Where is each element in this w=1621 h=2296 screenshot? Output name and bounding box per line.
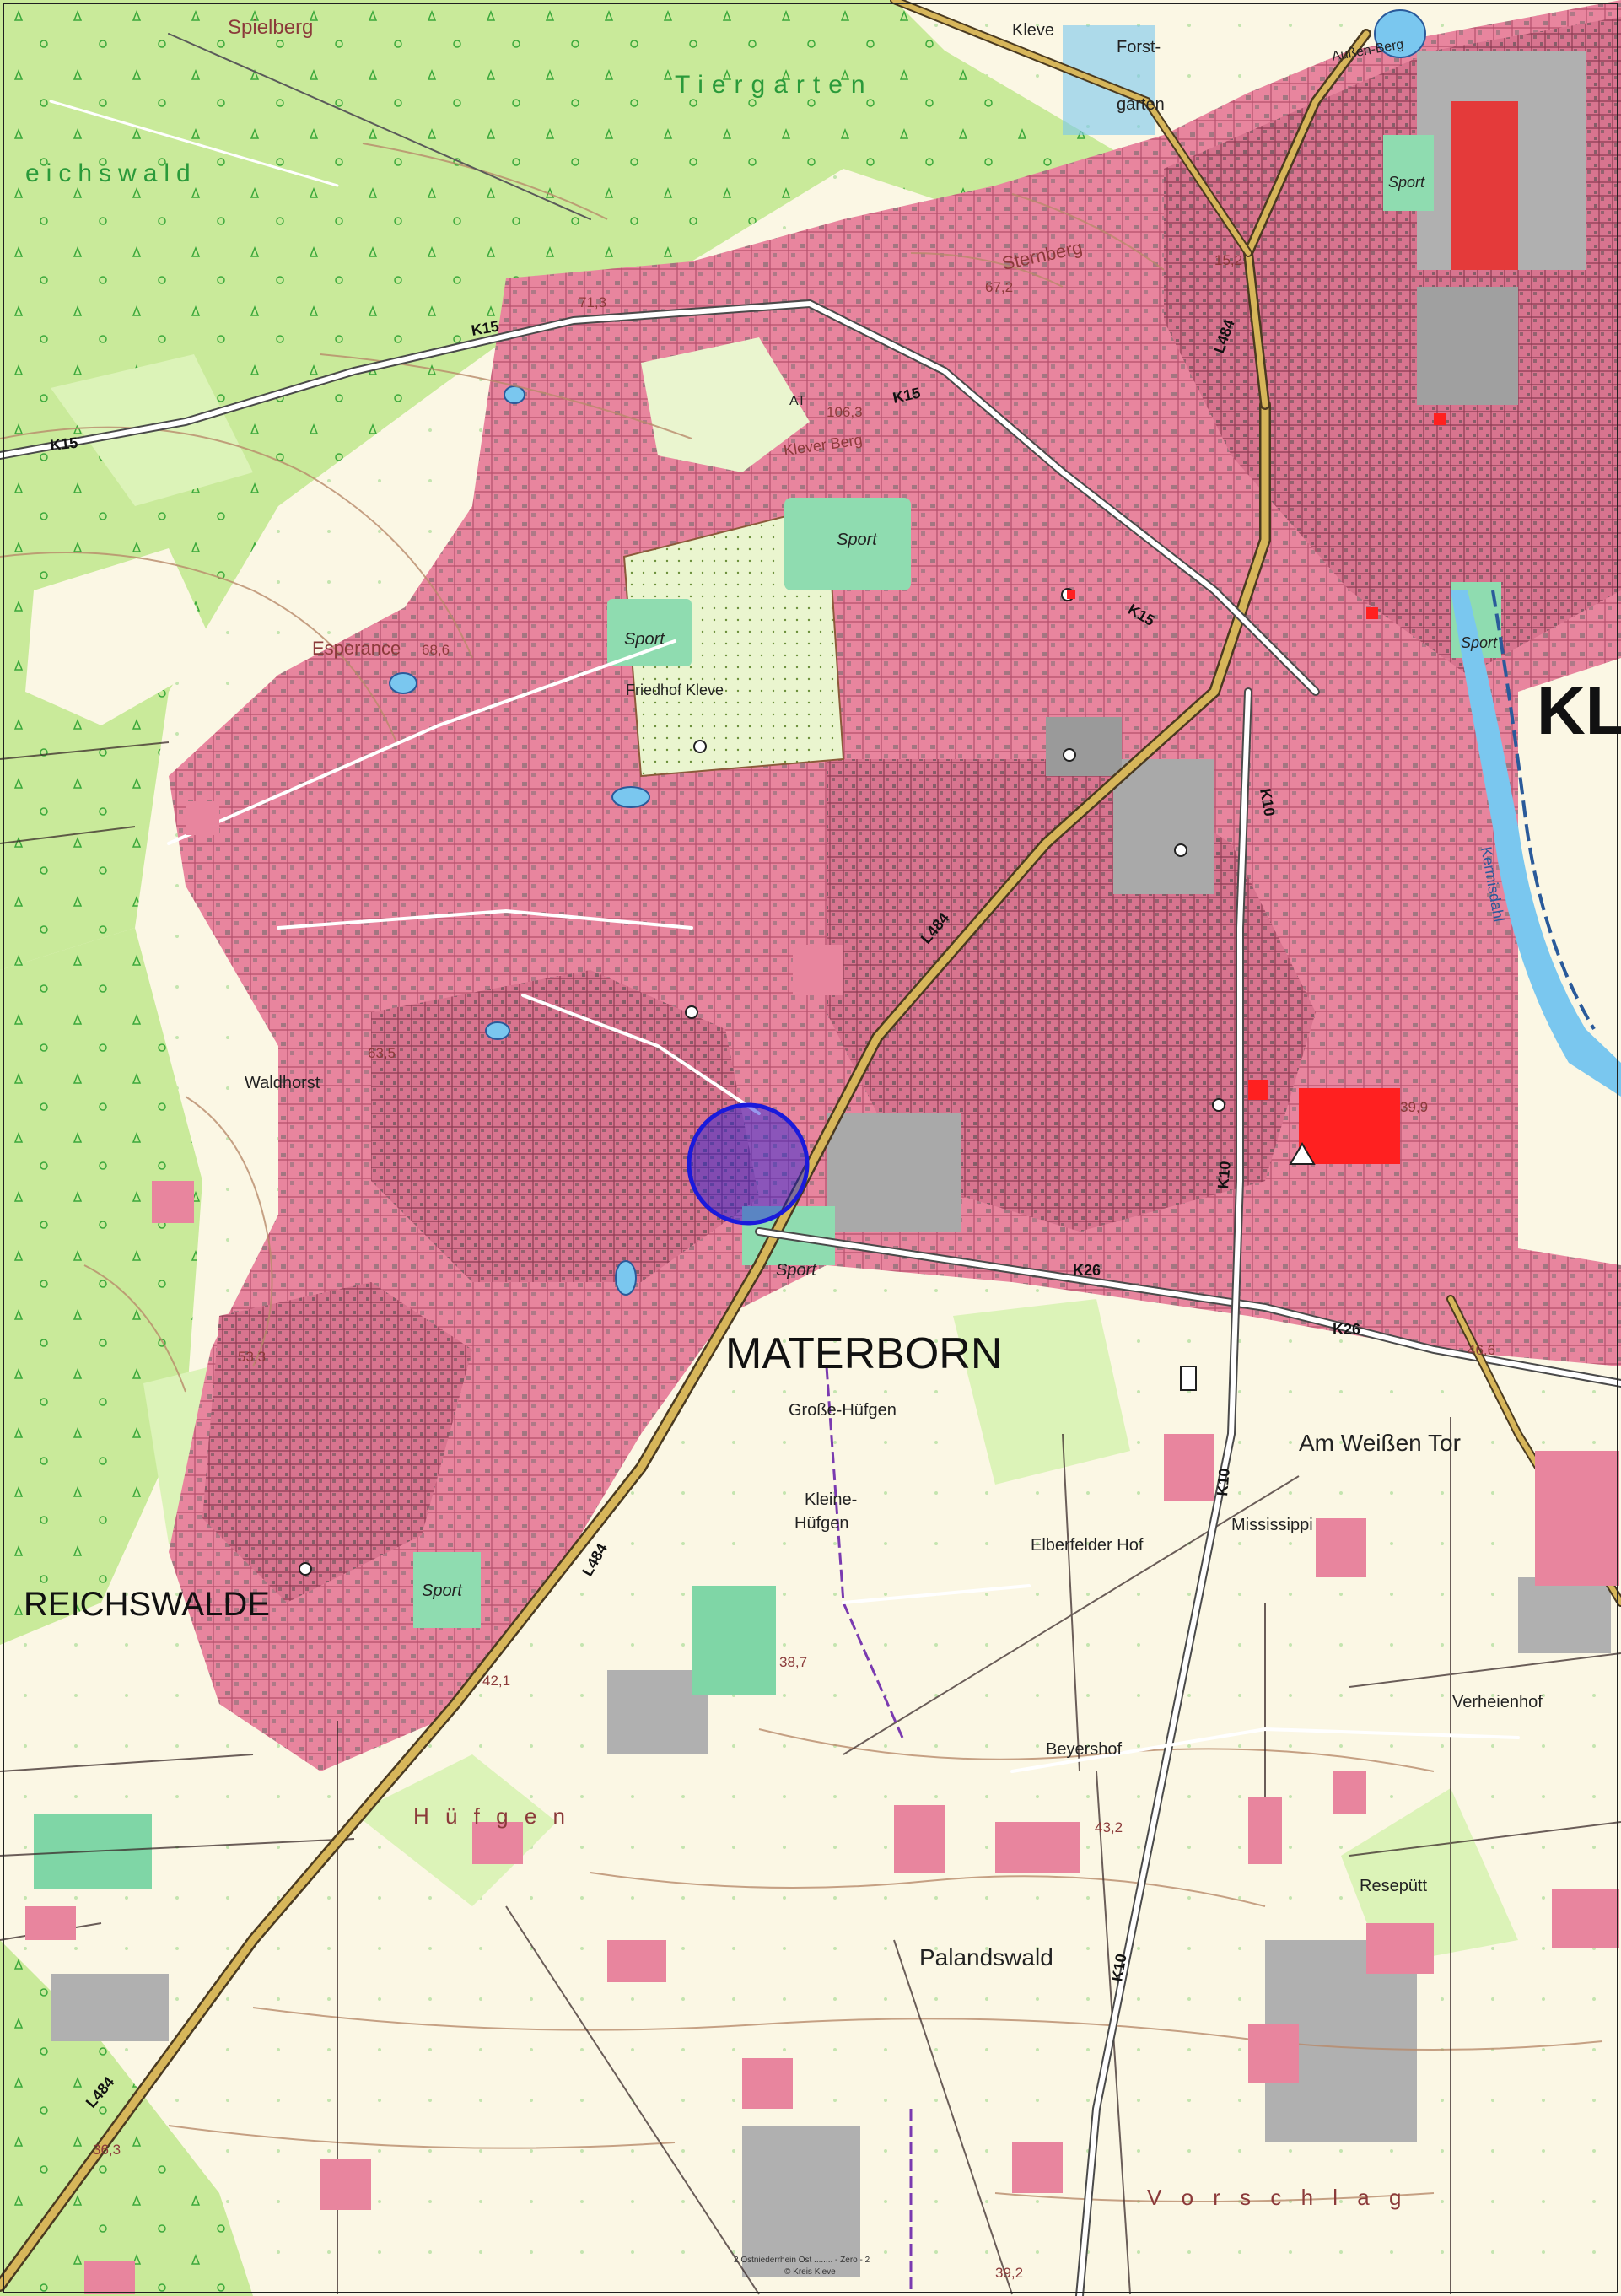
elevation-36-3: 36,3	[93, 2142, 121, 2158]
place-friedhof: Friedhof Kleve	[626, 682, 724, 698]
place-esperance: Esperance	[312, 638, 401, 659]
place-kleine-huefgen-line2: Hüfgen	[794, 1514, 849, 1533]
place-tiergarten: Tiergarten	[675, 71, 874, 99]
place-verheienhof: Verheienhof	[1452, 1693, 1543, 1711]
place-resepuett: Resepütt	[1360, 1877, 1427, 1895]
road-label-k15-b: K15	[49, 434, 78, 454]
elevation-53-3: 53,3	[238, 1349, 266, 1365]
location-marker[interactable]	[687, 1102, 810, 1226]
place-palandswald: Palandswald	[919, 1944, 1053, 1970]
place-forstgarten-line1: Forst-	[1117, 38, 1161, 57]
elevation-67-2: 67,2	[985, 279, 1013, 295]
sport-label-5: Sport	[1461, 634, 1498, 651]
road-label-at: AT	[789, 394, 805, 408]
place-spielberg: Spielberg	[228, 16, 313, 39]
elevation-63-5: 63,5	[368, 1045, 396, 1061]
elevation-39-2: 39,2	[995, 2265, 1023, 2281]
topographic-map[interactable]: MATERBORN REICHSWALDE KLE Tiergarten eic…	[0, 0, 1621, 2296]
elevation-106-3: 106,3	[827, 404, 863, 420]
place-reichswald: eichswald	[25, 159, 197, 187]
road-label-k10-c: K10	[1214, 1468, 1233, 1497]
elevation-38-7: 38,7	[779, 1654, 807, 1670]
sport-label-2: Sport	[624, 630, 665, 649]
elevation-46-6: 46,6	[1468, 1342, 1495, 1358]
place-mississippi: Mississippi	[1231, 1516, 1313, 1534]
place-forstgarten-line2: garten	[1117, 95, 1165, 114]
footer-line-1: 2 Ostniederrhein Ost ........ - Zero - 2	[734, 2256, 870, 2265]
place-elberfelder-hof: Elberfelder Hof	[1031, 1536, 1144, 1555]
sport-label-3: Sport	[776, 1261, 817, 1280]
sport-label-4: Sport	[422, 1582, 463, 1600]
place-kleve: KLE	[1537, 673, 1621, 748]
road-label-k26-a: K26	[1073, 1262, 1101, 1279]
road-label-k10-b: K10	[1214, 1161, 1234, 1190]
map-canvas[interactable]: MATERBORN REICHSWALDE KLE Tiergarten eic…	[0, 0, 1621, 2296]
elevation-42-1: 42,1	[482, 1673, 510, 1689]
place-grosse-huefgen: Große-Hüfgen	[789, 1401, 897, 1420]
place-materborn: MATERBORN	[725, 1329, 1002, 1378]
place-vorschlag: V o r s c h l a g	[1147, 2185, 1408, 2210]
elevation-43-2: 43,2	[1095, 1819, 1123, 1835]
place-am-weissen-tor: Am Weißen Tor	[1299, 1430, 1461, 1456]
place-beyershof: Beyershof	[1046, 1740, 1122, 1759]
elevation-71-3: 71,3	[579, 294, 606, 310]
elevation-68-6: 68,6	[422, 642, 450, 658]
footer-line-2: © Kreis Kleve	[784, 2267, 836, 2277]
place-kleve-small: Kleve	[1012, 21, 1054, 40]
place-reichswalde: REICHSWALDE	[24, 1586, 270, 1623]
sport-label-1: Sport	[837, 531, 878, 549]
elevation-39-9: 39,9	[1400, 1099, 1428, 1115]
sport-label-6: Sport	[1388, 174, 1425, 191]
road-label-k26-b: K26	[1333, 1321, 1360, 1338]
place-waldhorst: Waldhorst	[245, 1074, 320, 1092]
place-kleine-huefgen-line1: Kleine-	[805, 1490, 857, 1509]
place-huefgen: H ü f g e n	[413, 1803, 570, 1829]
elevation-15-2: 15,2	[1214, 252, 1242, 268]
